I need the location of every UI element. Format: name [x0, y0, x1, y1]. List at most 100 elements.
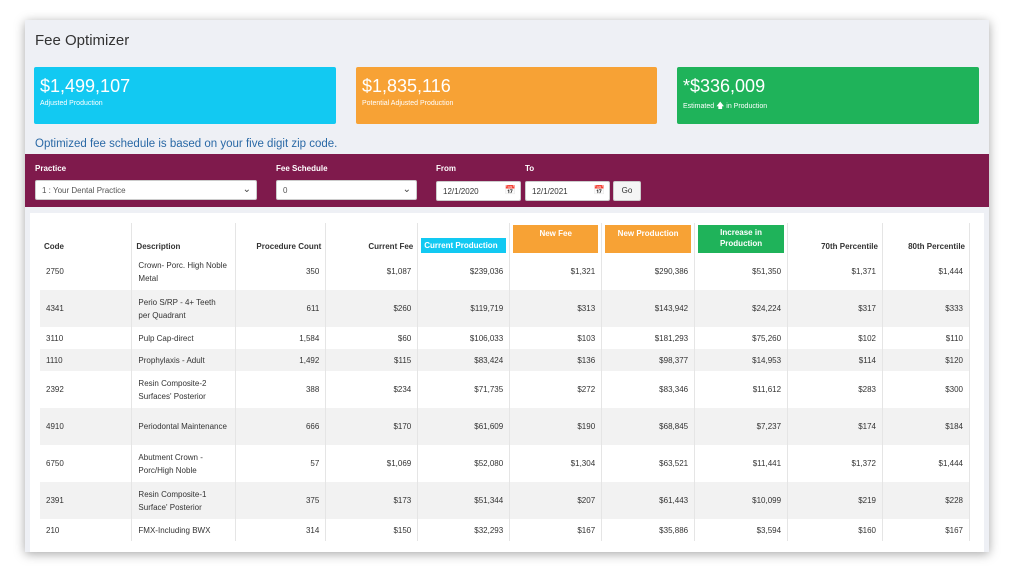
- cell-80th-percentile: $228: [882, 482, 971, 519]
- cell-description: Abutment Crown - Porc/High Noble: [131, 445, 237, 482]
- from-date-value: 12/1/2020: [443, 187, 479, 196]
- cell-procedure-count: 314: [235, 519, 327, 541]
- cell-description: Resin Composite-2 Surfaces' Posterior: [131, 371, 237, 408]
- fee-schedule-label: Fee Schedule: [276, 164, 328, 173]
- cell-70th-percentile: $102: [787, 327, 883, 349]
- cell-new-fee: $272: [509, 371, 603, 408]
- cell-70th-percentile: $317: [787, 290, 883, 327]
- header-new-fee-label: New Fee: [513, 225, 599, 253]
- cell-procedure-count: 350: [235, 253, 327, 290]
- cell-increase-production: $11,612: [694, 371, 789, 408]
- cell-increase-production: $3,594: [694, 519, 789, 541]
- header-new-production[interactable]: New Production: [601, 223, 696, 253]
- practice-select[interactable]: 1 : Your Dental Practice ⌄: [35, 180, 257, 200]
- adjusted-production-label: Adjusted Production: [40, 100, 103, 107]
- cell-current-fee: $60: [325, 327, 419, 349]
- cell-description: Prophylaxis - Adult: [131, 349, 237, 371]
- table-row: 3110 Pulp Cap-direct 1,584 $60 $106,033 $103 $…: [40, 327, 971, 349]
- cell-increase-production: $11,441: [694, 445, 789, 482]
- cell-current-fee: $115: [325, 349, 419, 371]
- header-80th-percentile[interactable]: 80th Percentile: [882, 223, 971, 253]
- cell-new-fee: $167: [509, 519, 603, 541]
- cell-code: 2750: [40, 253, 133, 290]
- cell-code: 6750: [40, 445, 133, 482]
- cell-new-fee: $103: [509, 327, 603, 349]
- header-70th-percentile[interactable]: 70th Percentile: [787, 223, 883, 253]
- cell-70th-percentile: $174: [787, 408, 883, 445]
- go-button[interactable]: Go: [613, 181, 641, 201]
- arrow-up-icon: 🡅: [716, 101, 725, 110]
- practice-select-value: 1 : Your Dental Practice: [42, 186, 126, 195]
- header-description[interactable]: Description: [131, 223, 237, 253]
- header-procedure-count[interactable]: Procedure Count: [235, 223, 327, 253]
- cell-70th-percentile: $160: [787, 519, 883, 541]
- cell-current-production: $119,719: [417, 290, 511, 327]
- table-row: 2750 Crown- Porc. High Noble Metal 350 $1,0…: [40, 253, 971, 290]
- estimated-increase-label: Estimated 🡅 in Production: [683, 100, 973, 114]
- cell-80th-percentile: $1,444: [882, 445, 971, 482]
- to-label: To: [525, 164, 535, 173]
- adjusted-production-card: $1,499,107 Adjusted Production: [34, 67, 336, 124]
- cell-new-fee: $1,321: [509, 253, 603, 290]
- table-row: 6750 Abutment Crown - Porc/High Noble 57 $1…: [40, 445, 971, 482]
- header-increase-production-label: Increase in Production: [698, 225, 785, 253]
- estimated-label-post: in Production: [726, 103, 768, 110]
- cell-80th-percentile: $1,444: [882, 253, 971, 290]
- fee-schedule-select[interactable]: 0 ⌄: [276, 180, 417, 200]
- from-date-input[interactable]: 12/1/2020 📅: [436, 181, 521, 201]
- table-row: 4341 Perio S/RP - 4+ Teeth per Quadrant 61…: [40, 290, 971, 327]
- header-code[interactable]: Code: [40, 223, 133, 253]
- cell-80th-percentile: $333: [882, 290, 971, 327]
- filter-bar: Practice 1 : Your Dental Practice ⌄ Fee …: [25, 154, 989, 207]
- to-date-input[interactable]: 12/1/2021 📅: [525, 181, 610, 201]
- cell-code: 2391: [40, 482, 133, 519]
- header-current-production-label: Current Production: [421, 238, 507, 253]
- cell-new-production: $35,886: [601, 519, 696, 541]
- cell-description: Resin Composite-1 Surface' Posterior: [131, 482, 237, 519]
- cell-new-production: $181,293: [601, 327, 696, 349]
- header-increase-production[interactable]: Increase in Production: [694, 223, 789, 253]
- header-new-production-label: New Production: [605, 225, 692, 253]
- cell-description: Pulp Cap-direct: [131, 327, 237, 349]
- header-new-fee[interactable]: New Fee: [509, 223, 603, 253]
- chevron-down-icon: ⌄: [402, 184, 411, 195]
- to-date-value: 12/1/2021: [532, 187, 568, 196]
- cell-80th-percentile: $120: [882, 349, 971, 371]
- cell-70th-percentile: $1,371: [787, 253, 883, 290]
- adjusted-production-value: $1,499,107: [40, 76, 131, 96]
- fee-table-container: Code Description Procedure Count Current…: [30, 213, 984, 552]
- cell-new-production: $61,443: [601, 482, 696, 519]
- calendar-icon[interactable]: 📅: [505, 185, 516, 196]
- cell-code: 4910: [40, 408, 133, 445]
- cell-current-fee: $1,069: [325, 445, 419, 482]
- table-row: 2391 Resin Composite-1 Surface' Posterior…: [40, 482, 971, 519]
- cell-current-fee: $234: [325, 371, 419, 408]
- cell-code: 2392: [40, 371, 133, 408]
- cell-code: 1110: [40, 349, 133, 371]
- potential-production-label: Potential Adjusted Production: [362, 100, 454, 107]
- calendar-icon[interactable]: 📅: [594, 185, 605, 196]
- cell-procedure-count: 1,584: [235, 327, 327, 349]
- fee-optimizer-window: Fee Optimizer $1,499,107 Adjusted Produc…: [25, 20, 989, 552]
- cell-new-production: $83,346: [601, 371, 696, 408]
- cell-new-fee: $1,304: [509, 445, 603, 482]
- cell-increase-production: $51,350: [694, 253, 789, 290]
- cell-70th-percentile: $114: [787, 349, 883, 371]
- header-current-production[interactable]: Current Production: [417, 223, 511, 253]
- cell-code: 4341: [40, 290, 133, 327]
- cell-procedure-count: 388: [235, 371, 327, 408]
- cell-current-production: $106,033: [417, 327, 511, 349]
- cell-80th-percentile: $110: [882, 327, 971, 349]
- cell-description: Crown- Porc. High Noble Metal: [131, 253, 237, 290]
- header-current-fee[interactable]: Current Fee: [325, 223, 419, 253]
- cell-procedure-count: 611: [235, 290, 327, 327]
- cell-current-production: $83,424: [417, 349, 511, 371]
- cell-current-production: $51,344: [417, 482, 511, 519]
- potential-production-card: $1,835,116 Potential Adjusted Production: [356, 67, 657, 124]
- cell-code: 210: [40, 519, 133, 541]
- estimated-increase-value: *$336,009: [683, 76, 766, 96]
- cell-current-fee: $260: [325, 290, 419, 327]
- cell-increase-production: $14,953: [694, 349, 789, 371]
- estimated-label-pre: Estimated: [683, 103, 715, 110]
- cell-new-fee: $207: [509, 482, 603, 519]
